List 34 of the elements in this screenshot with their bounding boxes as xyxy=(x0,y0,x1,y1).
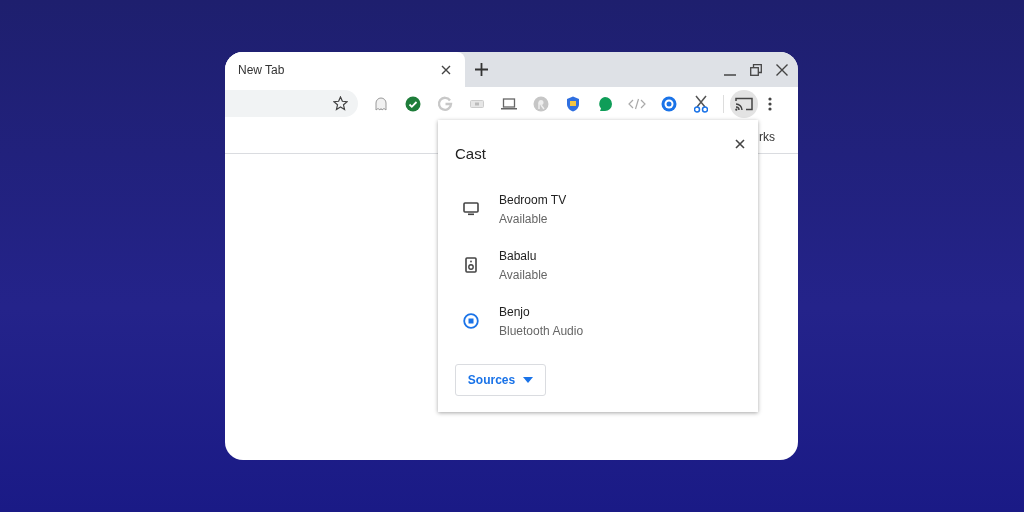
scissors-icon[interactable] xyxy=(694,94,708,113)
monitor-icon xyxy=(463,202,479,216)
bookmarks-label[interactable]: rks xyxy=(759,129,775,144)
chat-bubble-icon[interactable] xyxy=(597,95,613,112)
shield-icon[interactable] xyxy=(566,95,580,112)
device-status: Bluetooth Audio xyxy=(499,323,584,338)
menu-icon[interactable] xyxy=(768,96,772,111)
cast-icon xyxy=(735,96,753,111)
tab-title: New Tab xyxy=(238,62,286,77)
restore-icon[interactable] xyxy=(750,63,762,76)
close-icon[interactable] xyxy=(776,63,788,76)
device-name: Benjo xyxy=(499,304,531,319)
stop-circle-icon xyxy=(463,313,479,329)
close-icon xyxy=(735,139,745,149)
device-name: Bedroom TV xyxy=(499,192,567,207)
sources-button[interactable]: Sources xyxy=(455,364,546,396)
compass-icon[interactable] xyxy=(661,95,677,112)
speaker-icon xyxy=(465,257,477,273)
browser-tab[interactable]: New Tab xyxy=(225,52,465,87)
device-name: Babalu xyxy=(499,248,538,263)
device-item[interactable]: Bedroom TV Available xyxy=(455,181,758,237)
new-tab-icon[interactable] xyxy=(475,63,488,76)
device-status: Available xyxy=(499,267,548,282)
dialog-title: Cast xyxy=(455,145,486,162)
device-item[interactable]: Benjo Bluetooth Audio xyxy=(455,293,758,349)
close-icon xyxy=(441,64,451,75)
star-icon[interactable] xyxy=(333,96,348,111)
laptop-icon[interactable] xyxy=(501,97,517,110)
dropdown-arrow-icon xyxy=(523,377,534,383)
device-status: Available xyxy=(499,211,549,226)
check-circle-icon[interactable] xyxy=(405,95,421,112)
device-item[interactable]: Babalu Available xyxy=(455,237,758,293)
close-button[interactable] xyxy=(733,137,747,151)
cast-button[interactable] xyxy=(730,89,758,118)
